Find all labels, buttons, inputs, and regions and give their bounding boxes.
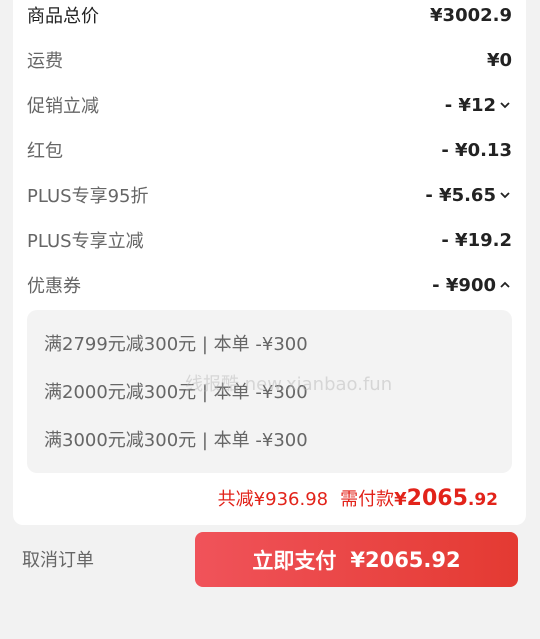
row-coupon[interactable]: 优惠券 - ¥900	[27, 270, 512, 300]
plus-discount-value: - ¥19.2	[441, 229, 512, 251]
amount-due-integer: 2065	[406, 486, 468, 511]
order-summary-card: 商品总价 ¥3002.9 运费 ¥0 促销立减 - ¥12 红包 - ¥0.13…	[13, 0, 526, 525]
amount-due-label: 需付款	[340, 489, 395, 510]
cancel-order-button[interactable]: 取消订单	[22, 546, 94, 572]
row-promo-discount[interactable]: 促销立减 - ¥12	[27, 90, 512, 120]
plus-95-label: PLUS专享95折	[27, 186, 149, 207]
pay-now-amount: ¥2065.92	[350, 547, 461, 572]
coupon-label: 优惠券	[27, 276, 81, 297]
pay-now-button[interactable]: 立即支付 ¥2065.92	[195, 532, 518, 587]
row-plus-95[interactable]: PLUS专享95折 - ¥5.65	[27, 180, 512, 210]
coupon-value[interactable]: - ¥900	[432, 275, 512, 296]
promo-discount-label: 促销立减	[27, 96, 99, 117]
shipping-value: ¥0	[486, 49, 512, 71]
coupon-list: 满2799元减300元 | 本单 -¥300 满2000元减300元 | 本单 …	[27, 310, 512, 473]
total-discount-value: ¥936.98	[253, 489, 329, 510]
coupon-item[interactable]: 满3000元减300元 | 本单 -¥300	[44, 426, 308, 452]
plus-discount-label: PLUS专享立减	[27, 231, 144, 252]
red-packet-value: - ¥0.13	[441, 139, 512, 161]
row-red-packet: 红包 - ¥0.13	[27, 135, 512, 165]
promo-discount-value[interactable]: - ¥12	[445, 95, 512, 116]
pay-now-label: 立即支付	[252, 548, 337, 573]
payment-summary: 共减 ¥936.98 需付款 ¥ 2065 .92	[218, 485, 498, 515]
shipping-label: 运费	[27, 51, 63, 72]
plus-95-value[interactable]: - ¥5.65	[425, 185, 512, 206]
chevron-down-icon[interactable]	[498, 188, 512, 202]
coupon-item[interactable]: 满2000元减300元 | 本单 -¥300	[44, 378, 308, 404]
goods-total-label: 商品总价	[27, 6, 99, 27]
row-plus-discount: PLUS专享立减 - ¥19.2	[27, 225, 512, 255]
red-packet-label: 红包	[27, 141, 63, 162]
chevron-down-icon[interactable]	[498, 98, 512, 112]
row-goods-total: 商品总价 ¥3002.9	[27, 0, 512, 30]
goods-total-value: ¥3002.9	[430, 4, 512, 26]
coupon-item[interactable]: 满2799元减300元 | 本单 -¥300	[44, 330, 308, 356]
amount-due-currency: ¥	[394, 489, 407, 510]
total-discount-label: 共减	[217, 489, 254, 510]
row-shipping: 运费 ¥0	[27, 45, 512, 75]
amount-due-decimal: .92	[467, 490, 498, 510]
chevron-up-icon[interactable]	[498, 278, 512, 292]
